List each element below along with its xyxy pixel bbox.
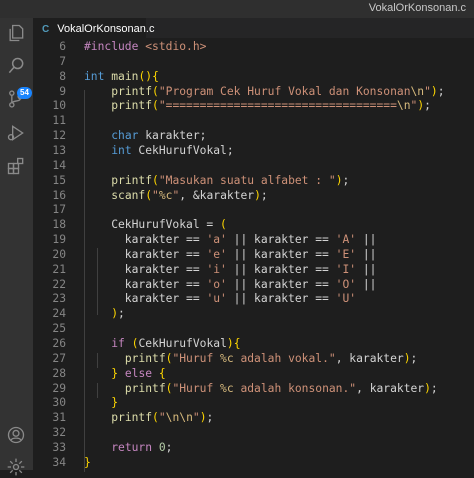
code-text: printf("\n\n"); xyxy=(111,411,214,425)
code-line[interactable]: 25 xyxy=(33,321,474,336)
line-number: 12 xyxy=(52,129,66,143)
editor-tab-bar: C VokalOrKonsonan.c xyxy=(33,18,474,39)
code-text: ); xyxy=(111,307,125,321)
code-text: karakter == 'u' || karakter == 'U' xyxy=(84,292,357,306)
code-line[interactable]: 8 int main(){ xyxy=(33,69,474,84)
code-text: return 0; xyxy=(111,440,173,454)
code-line[interactable]: 11 xyxy=(33,113,474,128)
code-line[interactable]: 20 karakter == 'e' || karakter == 'E' || xyxy=(33,247,474,262)
code-line[interactable]: 31 printf("\n\n"); xyxy=(33,410,474,425)
window-title: VokalOrKonsonan.c xyxy=(368,2,466,14)
line-number: 29 xyxy=(52,381,66,395)
code-line[interactable]: 14 xyxy=(33,158,474,173)
tab-vokalorkonsonan[interactable]: C VokalOrKonsonan.c xyxy=(33,18,154,39)
code-line[interactable]: 29 printf("Huruf %c adalah konsonan.", k… xyxy=(33,381,474,396)
code-line[interactable]: 22 karakter == 'o' || karakter == 'O' || xyxy=(33,277,474,292)
code-line[interactable]: 24 ); xyxy=(33,306,474,321)
code-text: int CekHurufVokal; xyxy=(111,143,234,157)
source-control-badge: 54 xyxy=(17,87,32,99)
line-number: 25 xyxy=(52,322,66,336)
line-number: 6 xyxy=(59,40,66,53)
line-number: 9 xyxy=(59,84,66,98)
line-number: 24 xyxy=(52,307,66,321)
line-number: 7 xyxy=(59,54,66,68)
code-text: printf("Masukan suatu alfabet : "); xyxy=(111,173,350,187)
extensions-icon[interactable] xyxy=(5,155,27,177)
code-line[interactable]: 27 printf("Huruf %c adalah vokal.", kara… xyxy=(33,351,474,366)
code-text: if (CekHurufVokal){ xyxy=(111,337,241,350)
code-line[interactable]: 10 printf("=============================… xyxy=(33,98,474,113)
code-line[interactable]: 12 char karakter; xyxy=(33,128,474,143)
code-text: karakter == 'e' || karakter == 'E' || xyxy=(84,247,377,261)
line-number: 22 xyxy=(52,277,66,291)
code-line[interactable]: 32 xyxy=(33,425,474,440)
code-line[interactable]: 34} xyxy=(33,455,474,470)
code-text: printf("Huruf %c adalah vokal.", karakte… xyxy=(124,351,418,365)
explorer-icon[interactable] xyxy=(5,22,27,44)
line-number: 30 xyxy=(52,396,66,410)
code-text: printf("Huruf %c adalah konsonan.", kara… xyxy=(124,381,438,395)
code-text: karakter == 'a' || karakter == 'A' || xyxy=(84,233,377,247)
line-number: 33 xyxy=(52,440,66,454)
window-titlebar: VokalOrKonsonan.c xyxy=(0,0,474,18)
code-line[interactable]: 7 xyxy=(33,54,474,69)
code-line[interactable]: 26 if (CekHurufVokal){ xyxy=(33,336,474,351)
code-text: CekHurufVokal = ( xyxy=(84,218,227,232)
code-line[interactable]: 28 } else { xyxy=(33,366,474,381)
code-line[interactable]: 16 scanf("%c", &karakter); xyxy=(33,188,474,203)
code-text: } else { xyxy=(111,366,166,380)
c-file-icon: C xyxy=(42,23,50,35)
line-number: 26 xyxy=(52,337,66,350)
code-line[interactable]: 9 printf("Program Cek Huruf Vokal dan Ko… xyxy=(33,84,474,99)
line-number: 16 xyxy=(52,188,66,202)
line-number: 21 xyxy=(52,262,66,276)
code-text: karakter == 'i' || karakter == 'I' || xyxy=(84,262,377,276)
line-number: 27 xyxy=(52,351,66,365)
code-text: printf("================================… xyxy=(111,99,431,113)
account-icon[interactable] xyxy=(5,424,27,446)
code-text: karakter == 'o' || karakter == 'O' || xyxy=(84,277,377,291)
search-icon[interactable] xyxy=(5,55,27,77)
line-number: 20 xyxy=(52,247,66,261)
code-line[interactable]: 30 } xyxy=(33,395,474,410)
line-number: 32 xyxy=(52,426,66,440)
line-number: 23 xyxy=(52,292,66,306)
line-number: 31 xyxy=(52,411,66,425)
code-text: char karakter; xyxy=(111,129,207,143)
code-line[interactable]: 15 printf("Masukan suatu alfabet : "); xyxy=(33,173,474,188)
line-number: 8 xyxy=(59,69,66,83)
code-text: #include <stdio.h> xyxy=(84,40,207,53)
code-line[interactable]: 18 CekHurufVokal = ( xyxy=(33,217,474,232)
code-text: printf("Program Cek Huruf Vokal dan Kons… xyxy=(111,84,445,98)
code-editor[interactable]: 6 #include <stdio.h> 7 8 int main(){9 printf… xyxy=(33,38,474,472)
line-number: 19 xyxy=(52,233,66,247)
code-line[interactable]: 19 karakter == 'a' || karakter == 'A' || xyxy=(33,232,474,247)
line-number: 10 xyxy=(52,99,66,113)
code-text: } xyxy=(84,455,91,469)
line-number: 18 xyxy=(52,218,66,232)
settings-gear-icon[interactable] xyxy=(5,456,27,478)
activity-bar: 54 xyxy=(0,18,33,476)
line-number: 11 xyxy=(52,114,66,128)
code-text: } xyxy=(111,396,119,410)
code-text: scanf("%c", &karakter); xyxy=(111,188,268,202)
line-number: 17 xyxy=(52,203,66,217)
run-debug-icon[interactable] xyxy=(5,122,27,144)
line-number: 13 xyxy=(52,143,66,157)
code-line[interactable]: 33 return 0; xyxy=(33,440,474,455)
source-control-icon[interactable]: 54 xyxy=(5,87,32,110)
code-line[interactable]: 6 #include <stdio.h> xyxy=(33,39,474,54)
code-line[interactable]: 21 karakter == 'i' || karakter == 'I' || xyxy=(33,262,474,277)
line-number: 14 xyxy=(52,158,66,172)
line-number: 28 xyxy=(52,366,66,380)
code-line[interactable]: 23 karakter == 'u' || karakter == 'U' xyxy=(33,291,474,306)
code-text: int main(){ xyxy=(84,69,159,83)
tab-label: VokalOrKonsonan.c xyxy=(57,23,155,35)
line-number: 34 xyxy=(52,455,66,469)
line-number: 15 xyxy=(52,173,66,187)
code-line[interactable]: 17 xyxy=(33,202,474,217)
code-line[interactable]: 13 int CekHurufVokal; xyxy=(33,143,474,158)
